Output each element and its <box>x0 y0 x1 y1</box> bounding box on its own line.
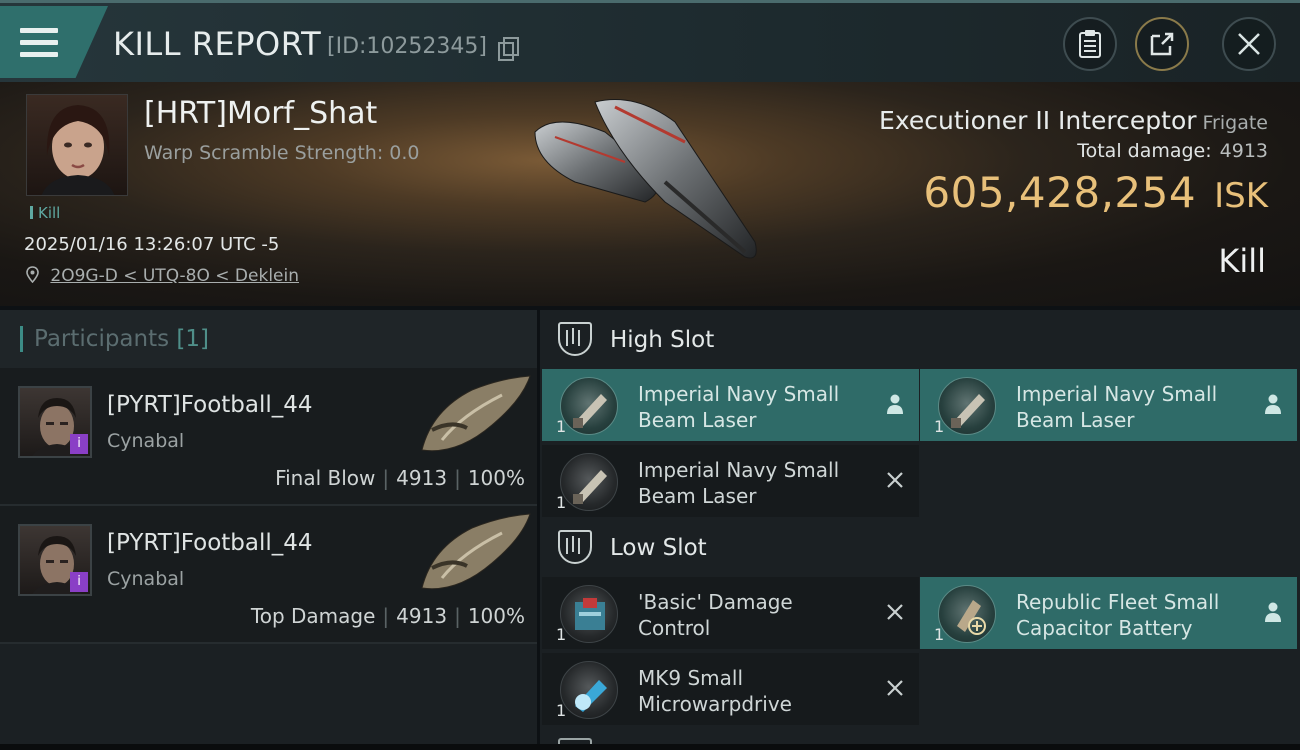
module-icon <box>560 585 618 643</box>
participant-ship-image[interactable] <box>412 370 537 462</box>
participant-stats: Final Blow | 4913 | 100% <box>275 466 525 490</box>
high-slot-header: High Slot <box>540 310 1300 368</box>
kill-datetime: 2025/01/16 13:26:07 UTC -5 <box>24 234 280 255</box>
bottom-edge <box>0 744 1300 750</box>
participant-avatar[interactable]: i <box>18 386 92 458</box>
page-title: KILL REPORT <box>113 25 322 63</box>
module-icon <box>560 661 618 719</box>
module-item[interactable]: 1 Imperial Navy Small Beam Laser <box>542 445 919 517</box>
module-qty: 1 <box>556 417 567 436</box>
copy-icon[interactable] <box>498 37 519 61</box>
participants-panel: Participants [1] i [PYRT]Football_44 Cyn… <box>0 310 537 750</box>
module-icon <box>560 453 618 511</box>
slot-shield-icon <box>558 530 592 564</box>
module-name: Republic Fleet Small Capacitor Battery <box>1016 590 1220 640</box>
module-name: Imperial Navy Small Beam Laser <box>638 458 840 508</box>
module-qty: 1 <box>556 493 567 512</box>
person-icon <box>1265 602 1281 622</box>
x-icon <box>887 472 903 488</box>
close-icon <box>1238 33 1260 55</box>
report-id: [ID:10252345] <box>327 34 487 59</box>
share-icon <box>1150 32 1174 56</box>
high-slot-title: High Slot <box>610 327 715 353</box>
victim-ship-image[interactable] <box>515 92 775 272</box>
low-slot-header: Low Slot <box>540 518 1300 576</box>
module-icon <box>938 585 996 643</box>
kill-summary: [HRT]Morf_Shat Warp Scramble Strength: 0… <box>0 82 1300 306</box>
clipboard-icon <box>1079 30 1101 58</box>
isk-value: 605,428,254 ISK <box>923 168 1268 217</box>
victim-ship-name[interactable]: Executioner II Interceptor Frigate <box>879 106 1268 135</box>
slot-shield-icon <box>558 322 592 356</box>
module-item[interactable]: 1 Imperial Navy Small Beam Laser <box>542 369 919 441</box>
victim-name[interactable]: [HRT]Morf_Shat <box>144 96 377 131</box>
participant-ship-image[interactable] <box>412 508 537 600</box>
report-button[interactable] <box>1063 17 1117 71</box>
module-item[interactable]: 1 MK9 Small Microwarpdrive <box>542 653 919 725</box>
info-badge[interactable]: i <box>70 434 88 454</box>
module-icon <box>560 377 618 435</box>
module-name: Imperial Navy Small Beam Laser <box>638 382 840 432</box>
module-item[interactable]: 1 Imperial Navy Small Beam Laser <box>920 369 1297 441</box>
participant-name[interactable]: [PYRT]Football_44 <box>107 530 313 556</box>
fittings-panel: High Slot 1 Imperial Navy Small Beam Las… <box>540 310 1300 750</box>
module-qty: 1 <box>934 417 945 436</box>
module-icon <box>938 377 996 435</box>
participant-row[interactable]: i [PYRT]Football_44 Cynabal Final Blow | 4… <box>0 368 537 506</box>
module-name: MK9 Small Microwarpdrive <box>638 666 792 716</box>
participants-title: Participants [1] <box>34 326 210 352</box>
result-label: Kill <box>1218 242 1266 280</box>
person-icon <box>887 394 903 414</box>
module-qty: 1 <box>556 701 567 720</box>
pin-icon <box>26 266 39 283</box>
x-icon <box>887 604 903 620</box>
ship-class: Frigate <box>1202 112 1268 134</box>
participant-ship: Cynabal <box>107 430 185 452</box>
hamburger-icon[interactable] <box>20 28 58 58</box>
low-slot-title: Low Slot <box>610 535 707 561</box>
menu-button[interactable] <box>0 6 108 78</box>
module-item[interactable]: 1 'Basic' Damage Control <box>542 577 919 649</box>
close-button[interactable] <box>1222 17 1276 71</box>
participant-row[interactable]: i [PYRT]Football_44 Cynabal Top Damage | 4… <box>0 506 537 644</box>
module-name: Imperial Navy Small Beam Laser <box>1016 382 1218 432</box>
person-icon <box>1265 394 1281 414</box>
participants-header: Participants [1] <box>0 310 537 368</box>
module-name: 'Basic' Damage Control <box>638 590 793 640</box>
participant-avatar[interactable]: i <box>18 524 92 596</box>
share-button[interactable] <box>1135 17 1189 71</box>
warp-scramble-strength: Warp Scramble Strength: 0.0 <box>144 142 420 164</box>
info-badge[interactable]: i <box>70 572 88 592</box>
participant-ship: Cynabal <box>107 568 185 590</box>
total-damage: Total damage: 4913 <box>1077 140 1268 162</box>
x-icon <box>887 680 903 696</box>
participant-stats: Top Damage | 4913 | 100% <box>250 604 525 628</box>
module-qty: 1 <box>934 625 945 644</box>
location-link[interactable]: 2O9G-D < UTQ-8O < Deklein <box>50 266 299 286</box>
module-qty: 1 <box>556 625 567 644</box>
participant-name[interactable]: [PYRT]Football_44 <box>107 392 313 418</box>
kill-location[interactable]: 2O9G-D < UTQ-8O < Deklein <box>26 266 299 286</box>
victim-avatar[interactable] <box>26 94 128 196</box>
top-bar: KILL REPORT [ID:10252345] <box>0 0 1300 82</box>
module-item[interactable]: 1 Republic Fleet Small Capacitor Battery <box>920 577 1297 649</box>
kill-tag: Kill <box>30 204 60 222</box>
